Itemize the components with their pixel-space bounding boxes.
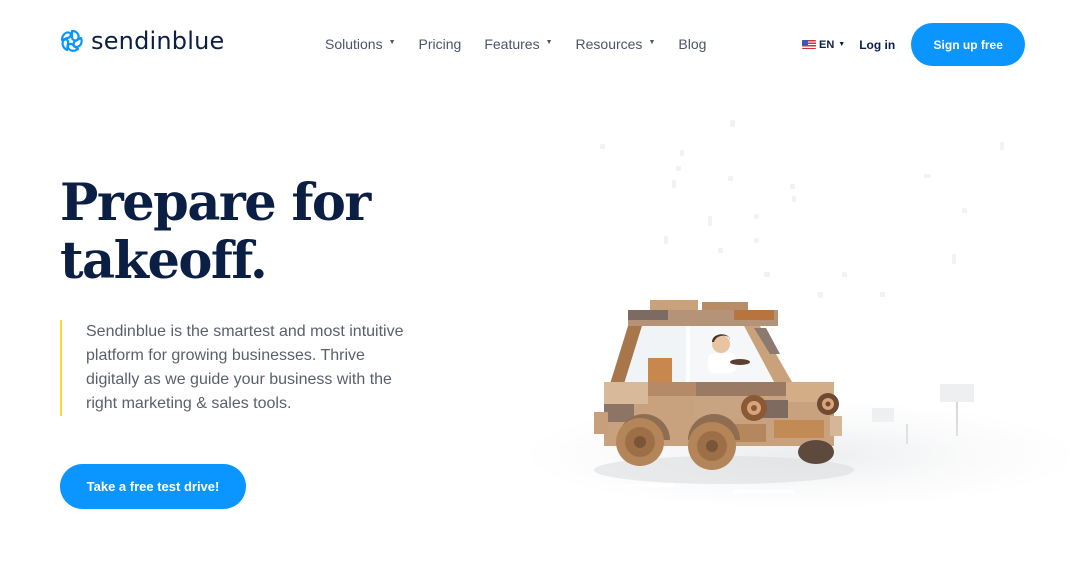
header-actions: EN ▼ Log in Sign up free (802, 23, 1026, 66)
us-flag-icon (802, 40, 816, 49)
hero-headline: Prepare for takeoff. (60, 174, 480, 290)
road-sign (940, 384, 974, 402)
signup-button[interactable]: Sign up free (911, 23, 1026, 66)
background-speck (754, 214, 759, 219)
background-speck (842, 272, 847, 277)
chevron-down-icon: ▼ (838, 41, 846, 48)
hero-illustration (500, 100, 1080, 520)
site-header: sendinblue Solutions ▼ Pricing Features … (0, 0, 1080, 88)
background-speck (1000, 142, 1004, 150)
background-speck (728, 176, 733, 181)
background-speck (924, 174, 930, 178)
nav-resources[interactable]: Resources ▼ (576, 35, 656, 53)
language-selector[interactable]: EN ▼ (802, 39, 845, 51)
nav-blog[interactable]: Blog (678, 35, 706, 53)
background-speck (880, 292, 885, 297)
chevron-down-icon: ▼ (388, 39, 396, 46)
nav-features-label: Features (484, 36, 540, 52)
background-speck (664, 236, 668, 244)
background-speck (952, 254, 956, 264)
background-speck (718, 248, 723, 253)
background-speck (708, 216, 712, 226)
background-speck (680, 150, 684, 156)
logo-text: sendinblue (91, 27, 225, 55)
background-speck (676, 166, 681, 171)
background-speck (764, 272, 770, 277)
login-link[interactable]: Log in (859, 38, 895, 52)
hero-description: Sendinblue is the smartest and most intu… (86, 323, 404, 412)
nav-resources-label: Resources (575, 36, 643, 52)
background-speck (790, 184, 795, 189)
nav-pricing[interactable]: Pricing (419, 35, 462, 53)
background-speck (600, 144, 605, 149)
background-speck (754, 238, 759, 243)
sendinblue-logo[interactable]: sendinblue (59, 27, 224, 55)
language-label: EN (819, 38, 835, 51)
nav-pricing-label: Pricing (418, 36, 462, 52)
headline-line-1: Prepare for (60, 173, 371, 233)
chevron-down-icon: ▼ (545, 39, 553, 46)
chevron-down-icon: ▼ (648, 39, 656, 46)
background-speck (792, 196, 796, 202)
sendinblue-logo-icon (60, 29, 83, 52)
hero-description-block: Sendinblue is the smartest and most intu… (60, 320, 416, 416)
nav-blog-label: Blog (678, 36, 707, 52)
main-nav: Solutions ▼ Pricing Features ▼ Resources… (325, 35, 729, 53)
nav-solutions-label: Solutions (325, 36, 383, 52)
nav-features[interactable]: Features ▼ (484, 35, 552, 53)
headline-line-2: takeoff. (60, 231, 268, 291)
background-speck (962, 208, 967, 213)
background-speck (672, 180, 676, 188)
background-speck (730, 120, 735, 127)
test-drive-button[interactable]: Take a free test drive! (60, 464, 246, 509)
nav-solutions[interactable]: Solutions ▼ (325, 35, 396, 53)
wooden-car-illustration (594, 300, 854, 493)
